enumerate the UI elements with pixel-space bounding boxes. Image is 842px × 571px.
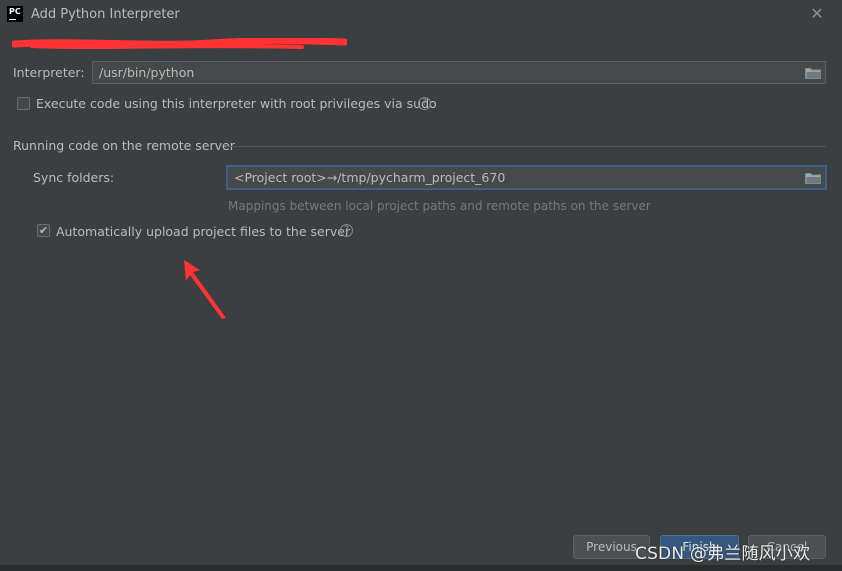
redaction-scribble bbox=[12, 38, 347, 49]
csdn-watermark: CSDN @弗兰随风小欢 bbox=[635, 544, 811, 564]
sudo-label[interactable]: Execute code using this interpreter with… bbox=[36, 96, 437, 111]
sync-folders-label: Sync folders: bbox=[33, 170, 115, 185]
section-divider bbox=[226, 146, 826, 147]
sync-folders-hint: Mappings between local project paths and… bbox=[228, 199, 651, 213]
check-icon: ✔ bbox=[38, 224, 49, 237]
interpreter-field[interactable]: /usr/bin/python bbox=[92, 61, 826, 84]
folder-icon[interactable] bbox=[805, 172, 821, 184]
annotation-arrow-icon bbox=[184, 260, 226, 319]
auto-upload-label[interactable]: Automatically upload project files to th… bbox=[56, 224, 350, 239]
sudo-checkbox[interactable] bbox=[17, 97, 30, 110]
window-title: Add Python Interpreter bbox=[31, 7, 180, 22]
sync-folders-field[interactable]: <Project root>→/tmp/pycharm_project_670 bbox=[226, 165, 827, 190]
folder-icon[interactable] bbox=[805, 67, 821, 79]
pycharm-logo-icon: PC bbox=[7, 6, 23, 22]
close-icon[interactable]: ✕ bbox=[806, 3, 828, 25]
interpreter-label: Interpreter: bbox=[13, 65, 85, 80]
auto-upload-checkbox[interactable]: ✔ bbox=[37, 224, 50, 237]
bottom-strip bbox=[0, 565, 842, 571]
help-icon[interactable]: ? bbox=[340, 224, 353, 237]
help-icon[interactable]: ? bbox=[418, 97, 431, 110]
remote-section-title: Running code on the remote server bbox=[13, 138, 235, 153]
